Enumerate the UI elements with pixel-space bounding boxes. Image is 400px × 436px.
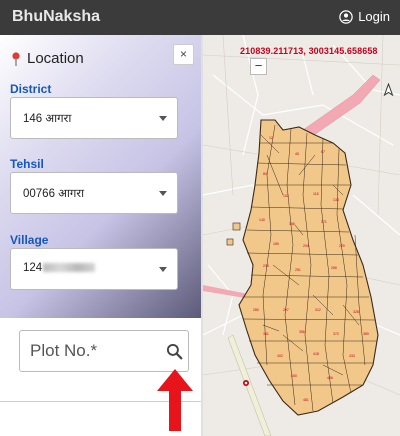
search-icon[interactable] [166, 343, 183, 360]
svg-text:341: 341 [263, 332, 269, 336]
chevron-down-icon [159, 267, 167, 272]
tehsil-value: 00766 आगरा [23, 188, 85, 200]
district-select[interactable]: 146 आगरा [10, 97, 178, 139]
red-arrow-icon [157, 369, 193, 431]
chevron-down-icon [159, 191, 167, 196]
village-value: 124 [23, 262, 43, 274]
zoom-out-button[interactable]: − [250, 58, 267, 75]
svg-text:118: 118 [313, 192, 319, 196]
svg-text:171: 171 [321, 220, 327, 224]
svg-text:389: 389 [363, 332, 369, 336]
map-canvas[interactable]: 12 45 67 89 102 118 133 140 156 171 189 204 220 2… [203, 35, 400, 436]
north-arrow-icon[interactable] [383, 83, 394, 97]
cadastral-map[interactable]: 12 45 67 89 102 118 133 140 156 171 189 204 220 2… [203, 35, 400, 436]
location-panel: Location × District 146 आगरा Tehsil 0076… [0, 35, 201, 318]
svg-text:67: 67 [321, 150, 325, 154]
svg-text:12: 12 [269, 136, 273, 140]
svg-text:133: 133 [333, 198, 339, 202]
svg-text:402: 402 [277, 354, 283, 358]
tehsil-label: Tehsil [10, 157, 44, 171]
svg-text:356: 356 [299, 330, 305, 334]
svg-text:280: 280 [253, 308, 259, 312]
svg-text:204: 204 [303, 244, 309, 248]
svg-text:418: 418 [313, 352, 319, 356]
svg-text:481: 481 [303, 398, 309, 402]
user-icon [339, 9, 353, 24]
coordinate-readout: 210839.211713, 3003145.658658 [240, 46, 378, 56]
panel-title: Location [11, 50, 84, 67]
svg-text:328: 328 [353, 310, 359, 314]
redacted-text [43, 263, 96, 273]
map-pin-icon [12, 51, 20, 66]
svg-text:189: 189 [273, 242, 279, 246]
plot-number-input[interactable] [19, 330, 189, 372]
district-label: District [10, 82, 52, 96]
top-bar: BhuNaksha Login [0, 0, 400, 35]
panel-title-label: Location [27, 50, 84, 67]
login-label: Login [358, 9, 390, 24]
svg-text:45: 45 [295, 152, 299, 156]
svg-text:102: 102 [283, 194, 289, 198]
chevron-down-icon [159, 116, 167, 121]
close-panel-button[interactable]: × [173, 44, 194, 65]
svg-text:251: 251 [295, 268, 301, 272]
village-select[interactable]: 124 [10, 248, 178, 290]
village-value-wrap: 124 [23, 262, 96, 274]
svg-text:220: 220 [339, 244, 345, 248]
svg-text:312: 312 [315, 308, 321, 312]
svg-text:265: 265 [331, 266, 337, 270]
svg-text:140: 140 [259, 218, 265, 222]
app-brand[interactable]: BhuNaksha [12, 8, 100, 26]
svg-text:372: 372 [333, 332, 339, 336]
svg-text:236: 236 [263, 264, 269, 268]
svg-text:297: 297 [283, 308, 289, 312]
svg-text:433: 433 [349, 354, 355, 358]
svg-text:466: 466 [327, 376, 333, 380]
login-button[interactable]: Login [339, 9, 390, 24]
district-value: 146 आगरा [23, 113, 72, 125]
tehsil-select[interactable]: 00766 आगरा [10, 172, 178, 214]
svg-text:89: 89 [263, 172, 267, 176]
svg-text:450: 450 [291, 374, 297, 378]
village-label: Village [10, 233, 49, 247]
svg-text:156: 156 [289, 222, 295, 226]
